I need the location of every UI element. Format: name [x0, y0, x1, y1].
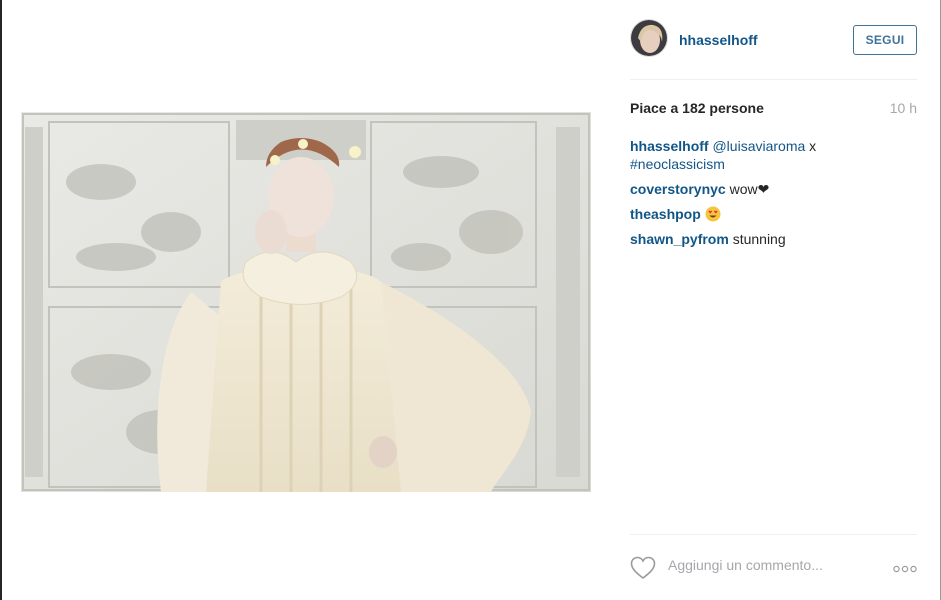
avatar-image	[631, 20, 667, 56]
caption-text: x	[805, 138, 817, 154]
post-timestamp: 10 h	[889, 100, 917, 116]
comment-username[interactable]: theashpop	[630, 206, 701, 222]
caption-hashtag[interactable]: #neoclassicism	[630, 156, 725, 172]
caption-username[interactable]: hhasselhoff	[630, 138, 709, 154]
photo-illustration	[21, 112, 591, 492]
post-username[interactable]: hhasselhoff	[679, 32, 758, 48]
follow-button[interactable]: SEGUI	[853, 25, 917, 55]
heart-eyes-emoji-icon	[705, 206, 721, 222]
avatar[interactable]	[630, 19, 668, 57]
list-item: theashpop	[630, 205, 917, 223]
caption: hhasselhoff @luisaviaroma x #neoclassici…	[630, 137, 917, 173]
divider	[630, 79, 917, 80]
post-photo[interactable]	[21, 112, 591, 492]
caption-mention[interactable]: @luisaviaroma	[712, 138, 805, 154]
post-window: hhasselhoff SEGUI Piace a 182 persone 10…	[0, 0, 941, 600]
list-item: shawn_pyfrom stunning	[630, 230, 917, 248]
list-item: coverstorynyc wow❤	[630, 180, 917, 198]
divider	[630, 534, 917, 535]
comment-text: stunning	[732, 231, 786, 247]
comments-list: hhasselhoff @luisaviaroma x #neoclassici…	[630, 137, 917, 255]
comment-input[interactable]: Aggiungi un commento...	[668, 557, 823, 573]
comment-text: wow❤	[729, 181, 770, 197]
post-sidebar: hhasselhoff SEGUI Piace a 182 persone 10…	[630, 0, 917, 600]
more-options-icon[interactable]	[893, 561, 917, 573]
comment-username[interactable]: shawn_pyfrom	[630, 231, 729, 247]
likes-count[interactable]: Piace a 182 persone	[630, 100, 764, 116]
post-header: hhasselhoff SEGUI	[630, 19, 917, 61]
heart-icon[interactable]	[630, 556, 656, 580]
comment-username[interactable]: coverstorynyc	[630, 181, 726, 197]
